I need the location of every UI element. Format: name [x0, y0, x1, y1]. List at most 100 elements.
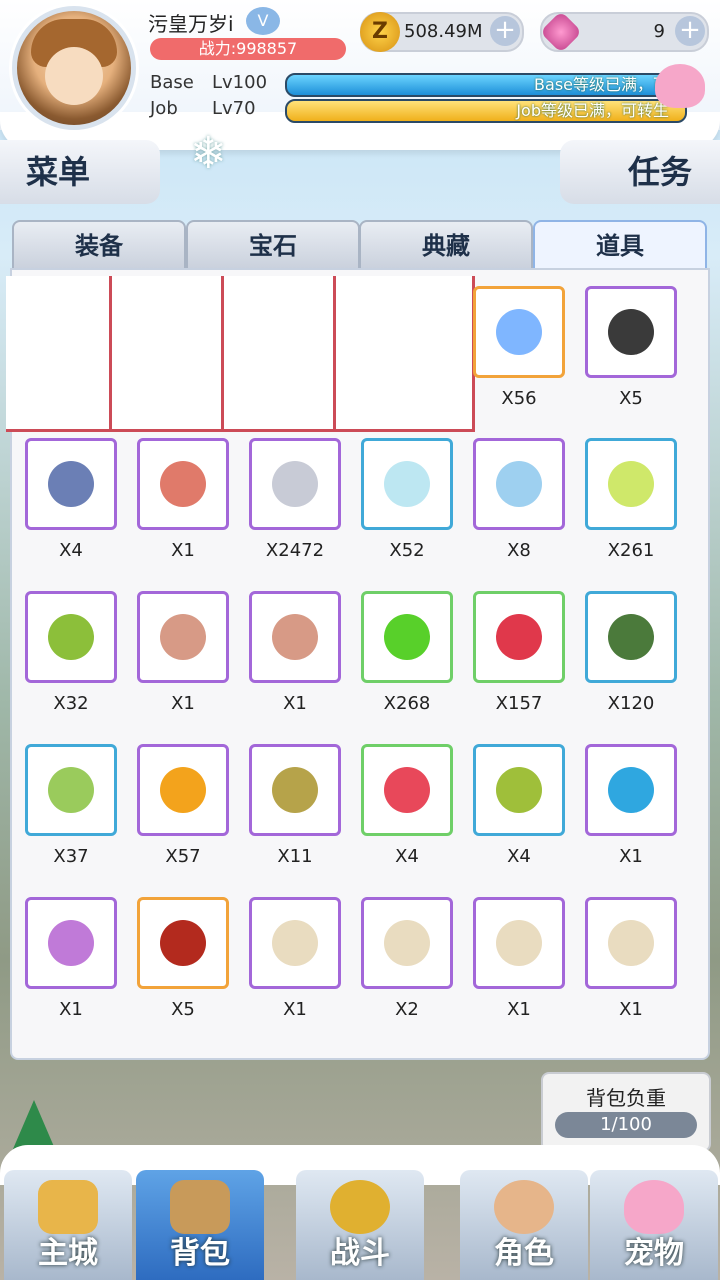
item-count: X4: [507, 846, 531, 867]
base-exp-bar: Base等级已满，可: [285, 73, 687, 97]
item-slot[interactable]: [137, 744, 229, 836]
item-slot[interactable]: [137, 897, 229, 989]
scroll-card-icon: [160, 614, 206, 660]
nav-label: 背包: [170, 1236, 230, 1271]
item-count: X157: [495, 693, 543, 714]
item-slot[interactable]: [473, 286, 565, 378]
battle-icon: [330, 1180, 390, 1234]
item-count: X1: [283, 999, 307, 1020]
item-slot[interactable]: [473, 744, 565, 836]
item-slot[interactable]: [25, 438, 117, 530]
melon-icon: [608, 614, 654, 660]
item-count: X1: [507, 999, 531, 1020]
job-label: Job: [150, 98, 178, 119]
item-count: X268: [383, 693, 431, 714]
item-slot[interactable]: [585, 744, 677, 836]
nav-backpack[interactable]: 背包: [136, 1170, 264, 1280]
staff-icon: [48, 461, 94, 507]
purple-candy-icon: [48, 920, 94, 966]
item-slot[interactable]: [25, 591, 117, 683]
item-slot[interactable]: [585, 897, 677, 989]
tab-gems[interactable]: 宝石: [186, 220, 360, 272]
pet-icon: [624, 1180, 684, 1234]
item-slot[interactable]: [137, 438, 229, 530]
mango-icon: [160, 767, 206, 813]
nav-battle[interactable]: 战斗: [296, 1170, 424, 1280]
nav-label: 战斗: [330, 1236, 390, 1271]
item-slot[interactable]: [361, 438, 453, 530]
item-slot[interactable]: [137, 591, 229, 683]
item-count: X1: [619, 999, 643, 1020]
gem-counter: 9 +: [539, 10, 709, 54]
item-slot[interactable]: [361, 744, 453, 836]
zeny-value: 508.49M: [404, 21, 483, 42]
black-candy-icon: [160, 920, 206, 966]
item-slot[interactable]: [249, 591, 341, 683]
item-count: X2472: [265, 540, 325, 561]
item-slot[interactable]: [25, 744, 117, 836]
item-slot[interactable]: [585, 286, 677, 378]
item-count: X1: [283, 693, 307, 714]
bat-card-icon: [608, 309, 654, 355]
empty-slot: [112, 276, 224, 432]
zeny-coin-icon: Z: [360, 12, 400, 52]
tab-equipment[interactable]: 装备: [12, 220, 186, 272]
task-button[interactable]: 任务: [560, 140, 720, 204]
scroll-card-icon: [272, 614, 318, 660]
item-count: X4: [59, 540, 83, 561]
item-count: X52: [389, 540, 425, 561]
empty-slot: [6, 276, 112, 432]
vip-icon[interactable]: V: [246, 7, 280, 35]
cantaloupe-icon: [48, 767, 94, 813]
nav-character[interactable]: 角色: [460, 1170, 588, 1280]
empty-slot: [224, 276, 336, 432]
tab-collection[interactable]: 典藏: [359, 220, 533, 272]
item-slot[interactable]: [473, 438, 565, 530]
item-count: X32: [53, 693, 89, 714]
item-slot[interactable]: [585, 438, 677, 530]
player-avatar[interactable]: [12, 6, 136, 130]
apple-icon: [384, 614, 430, 660]
item-slot[interactable]: [249, 438, 341, 530]
item-slot[interactable]: [585, 591, 677, 683]
green-candy-icon: [496, 767, 542, 813]
item-count: X261: [607, 540, 655, 561]
item-slot[interactable]: [473, 591, 565, 683]
bag-weight-label: 背包负重: [586, 1086, 666, 1110]
item-slot[interactable]: [249, 897, 341, 989]
snowflake-icon: ❄: [190, 128, 227, 179]
jar-icon: [496, 461, 542, 507]
potion-icon: [608, 461, 654, 507]
nav-main-city[interactable]: 主城: [4, 1170, 132, 1280]
item-slot[interactable]: [25, 897, 117, 989]
job-level: Lv70: [212, 98, 256, 119]
base-exp-text: Base等级已满，可: [534, 75, 669, 94]
nav-pet[interactable]: 宠物: [590, 1170, 718, 1280]
add-zeny-button[interactable]: +: [490, 16, 520, 46]
item-count: X1: [171, 540, 195, 561]
nav-label: 角色: [494, 1236, 554, 1271]
add-gem-button[interactable]: +: [675, 16, 705, 46]
item-count: X8: [507, 540, 531, 561]
item-slot[interactable]: [473, 897, 565, 989]
item-count: X1: [59, 999, 83, 1020]
pink-poring-icon[interactable]: [655, 64, 705, 108]
paper-icon: [608, 920, 654, 966]
item-slot[interactable]: [249, 744, 341, 836]
player-name: 污皇万岁i: [148, 12, 234, 36]
vial-icon: [384, 461, 430, 507]
item-count: X4: [395, 846, 419, 867]
item-count: X11: [277, 846, 313, 867]
tab-items[interactable]: 道具: [533, 220, 707, 272]
item-slot[interactable]: [361, 591, 453, 683]
empty-slot: [336, 276, 475, 432]
item-count: X1: [619, 846, 643, 867]
item-count: X120: [607, 693, 655, 714]
menu-button[interactable]: 菜单: [0, 140, 160, 204]
bag-weight-value: 1/100: [555, 1112, 697, 1138]
combat-power: 战力:998857: [150, 38, 346, 60]
blue-candy-icon: [608, 767, 654, 813]
base-label: Base: [150, 72, 194, 93]
backpack-icon: [170, 1180, 230, 1234]
item-slot[interactable]: [361, 897, 453, 989]
